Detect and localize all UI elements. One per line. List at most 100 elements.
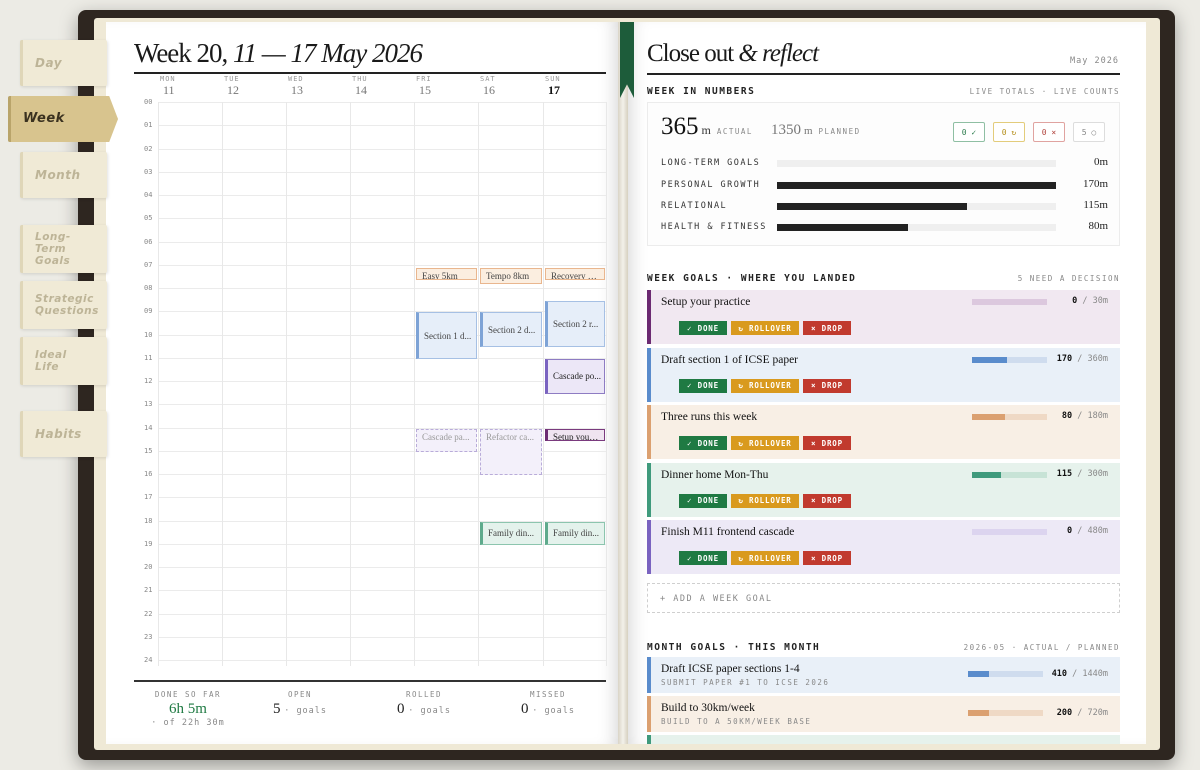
tab-long-term-goals[interactable]: Long- Term Goals [20,225,107,273]
goal-done-button[interactable]: ✓ DONE [679,378,727,393]
week-goal-card[interactable]: Finish M11 frontend cascade 0 / 480m ✓ DON… [647,520,1120,574]
planned-unit: m [803,125,813,137]
week-goal-card[interactable]: Dinner home Mon-Thu 115 / 300m ✓ DONE ↻ ROL… [647,462,1120,517]
calendar-event[interactable]: Section 2 d... [480,312,542,348]
day-header-fri[interactable]: FRI 15 [414,75,478,97]
tab-month[interactable]: Month [20,152,107,198]
day-header-mon[interactable]: MON 11 [158,75,222,97]
goal-drop-button[interactable]: × DROP [803,551,851,565]
category-bar-track [777,182,1056,189]
hour-label: 19 [144,539,153,548]
hour-label: 16 [144,470,153,478]
tab-label: Day [35,57,62,69]
calendar-event[interactable]: Recovery jog [545,268,605,281]
day-date: 16 [483,83,495,97]
tab-label: Long- Term Goals [35,231,71,267]
day-header-sun[interactable]: SUN 17 [543,75,607,97]
month-goal-card[interactable]: Build to 30km/week BUILD TO A 50KM/WEEK B… [647,696,1120,732]
calendar-event[interactable]: Family din... [480,521,542,545]
hour-label: 00 [144,98,153,106]
hour-label: 17 [144,493,153,502]
stat-number: 6h 5m [169,701,207,717]
tab-habits[interactable]: Habits [20,411,107,457]
goal-rollover-button[interactable]: ↻ ROLLOVER [731,551,799,565]
tab-label: Month [35,169,81,181]
hour-line [158,660,606,661]
calendar-event[interactable]: Section 1 d... [416,312,477,359]
calendar-event[interactable]: Setup your ... [545,428,605,441]
hour-line [158,381,606,382]
goal-progress-track [972,356,1047,363]
month-goal-subtitle: SUBMIT PAPER #1 TO ICSE 2026 [661,678,830,687]
tab-label-line: Term [35,243,67,255]
goal-rollover-button[interactable]: ↻ ROLLOVER [731,436,799,450]
goal-rollover-button[interactable]: ↻ ROLLOVER [731,321,799,335]
hour-label: 05 [144,214,153,223]
calendar-event[interactable]: Section 2 r... [545,300,605,348]
open-count-pill[interactable]: 5 ○ [1073,122,1105,142]
goal-drop-button[interactable]: × DROP [803,493,851,508]
goal-done-button[interactable]: ✓ DONE [679,493,727,508]
goal-done-button[interactable]: ✓ DONE [679,551,727,565]
goal-color-bar [647,520,651,574]
tab-day[interactable]: Day [20,40,107,86]
goal-actual: 170 [1056,353,1073,364]
month-goal-progress-fill [968,710,989,716]
stat-unit: · goals [408,706,452,716]
day-date: 13 [291,83,303,97]
tab-label-line: Month [35,168,81,182]
add-week-goal-button[interactable]: + ADD A WEEK GOAL [647,583,1120,613]
goal-progress-fill [972,471,1001,478]
goal-progress-value: 115 / 300m [1057,469,1108,479]
calendar-event[interactable]: Cascade po... [545,358,605,394]
day-column-line [350,102,351,666]
month-goal-color-bar [647,657,651,693]
month-goal-card[interactable]: Draft ICSE paper sections 1-4 SUBMIT PAPE… [647,657,1120,693]
week-goal-card[interactable]: Setup your practice 0 / 30m ✓ DONE ↻ ROLLOV… [647,290,1120,344]
goal-name: Dinner home Mon-Thu [661,468,769,481]
stat-unit: · goals [532,706,576,716]
hour-label: 10 [144,330,153,339]
calendar-event[interactable]: Cascade pa... [416,428,477,452]
day-column-line [606,102,607,666]
calendar-event[interactable]: Refactor ca... [480,428,542,475]
stat-done-so-far: DONE SO FAR 6h 5m · of 22h 30m [128,690,248,728]
month-goal-card-partial[interactable] [647,735,1120,744]
hour-label: 22 [144,609,153,618]
tab-strategic-questions[interactable]: Strategic Questions [20,281,107,329]
stat-unit: · goals [284,706,328,716]
day-header-tue[interactable]: TUE 12 [222,75,286,97]
goal-done-button[interactable]: ✓ DONE [679,436,727,450]
category-value: 0m [1093,156,1108,168]
hour-line [158,241,606,243]
week-grid[interactable]: 00 01 02 03 04 05 06 07 08 09 10 11 12 13 14 15 16 17 18 19… [134,98,607,666]
day-header-sat[interactable]: SAT 16 [478,75,542,97]
calendar-event[interactable]: Easy 5km [416,268,477,281]
tab-week[interactable]: Week [8,96,118,142]
month-goal-actual: 410 [1051,669,1068,679]
day-name: WED [288,75,304,83]
day-header-wed[interactable]: WED 13 [286,75,350,97]
goal-drop-button[interactable]: × DROP [803,321,851,335]
calendar-event[interactable]: Family din... [545,521,605,545]
tab-ideal-life[interactable]: Ideal Life [20,337,107,385]
done-count-pill[interactable]: 0 ✓ [953,122,985,142]
goal-progress-fill [972,356,1008,363]
goal-actual: 0 [1067,526,1073,536]
stat-number: 0 [520,701,529,717]
goal-rollover-button[interactable]: ↻ ROLLOVER [731,378,799,393]
goal-drop-button[interactable]: × DROP [803,378,851,393]
rolled-count-pill[interactable]: 0 ↻ [993,122,1025,142]
month-goal-progress-value: 410 / 1440m [1052,669,1108,679]
goal-done-button[interactable]: ✓ DONE [679,321,727,335]
stat-rolled: ROLLED 0 · goals [364,690,484,718]
week-goal-card[interactable]: Draft section 1 of ICSE paper 170 / 360m ✓… [647,347,1120,402]
goal-drop-button[interactable]: × DROP [803,436,851,450]
calendar-event[interactable]: Tempo 8km [480,268,542,285]
day-header-thu[interactable]: THU 14 [350,75,414,97]
goal-rollover-button[interactable]: ↻ ROLLOVER [731,493,799,508]
dropped-count-pill[interactable]: 0 × [1033,122,1065,142]
planned-label: PLANNED [818,127,861,136]
week-goal-card[interactable]: Three runs this week 80 / 180m ✓ DONE ↻ ROL… [647,405,1120,459]
month-goals-meta: 2026-05 · ACTUAL / PLANNED [963,643,1120,652]
